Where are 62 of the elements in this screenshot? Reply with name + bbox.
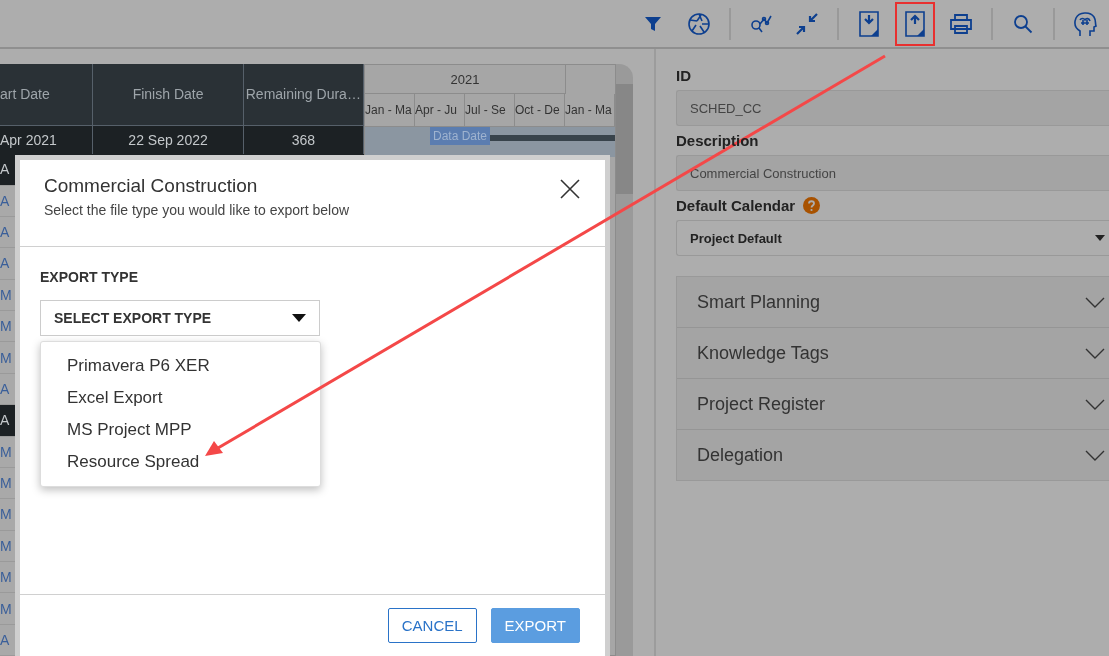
table-cell: A [0,255,10,272]
filter-icon [644,14,662,33]
period-header: Oct - De [515,94,565,126]
field-label: EXPORT TYPE [40,269,140,285]
period-header: Apr - Ju [415,94,465,126]
table-cell: M [0,318,12,335]
column-header[interactable]: art Date [0,64,94,125]
table-cell: M [0,349,12,366]
close-icon[interactable] [560,179,580,199]
menu-item[interactable]: Excel Export [41,382,320,414]
table-cell: A [0,192,10,209]
accordion-header[interactable]: Delegation [677,430,1109,480]
caret-icon [1095,235,1105,241]
menu-item[interactable]: Primavera P6 XER [41,350,320,382]
accordion-header[interactable]: Project Register [677,379,1109,430]
text-field[interactable]: Commercial Construction [676,155,1109,191]
table-cell: A [0,412,10,429]
accordion-header[interactable]: Knowledge Tags [677,328,1109,379]
table-cell: M [0,569,12,586]
column-header[interactable]: Finish Date [93,64,244,125]
chevron-icon [1085,296,1105,308]
help-icon[interactable] [803,197,821,214]
chevron-icon [1085,398,1105,410]
table-cell: M [0,475,12,492]
scrollbar[interactable] [616,64,633,656]
export-button[interactable]: EXPORT [490,608,580,643]
caret-icon [292,314,306,322]
table-cell: A [0,631,10,648]
calendar-select[interactable]: Project Default [676,220,1109,256]
file-download-icon [859,10,879,37]
field-label: Default Calendar [676,197,796,214]
search-icon [1013,13,1033,34]
export-type-select[interactable]: SELECT EXPORT TYPE [40,300,320,336]
period-header: Jul - Se [465,94,515,126]
head-brain-icon [1072,10,1098,37]
chevron-icon [1085,347,1105,359]
field-label: ID [676,67,691,84]
printer-icon [950,13,972,34]
table-cell: M [0,286,12,303]
table-cell: A [0,380,10,397]
aperture-icon [687,11,711,36]
dialog-subtitle: Select the file type you would like to export below [44,202,350,218]
table-cell: M [0,537,12,554]
menu-item[interactable]: Resource Spread [41,446,320,478]
text-field[interactable]: SCHED_CC [676,90,1109,126]
table-cell: M [0,443,12,460]
table-cell: M [0,600,12,617]
accordion-header[interactable]: Smart Planning [677,277,1109,328]
period-header: Jan - Ma [365,94,415,126]
year-header: 2021 [365,65,566,94]
data-date-label: Data Date [430,127,491,145]
cancel-button[interactable]: CANCEL [387,608,477,643]
chevron-icon [1085,449,1105,461]
menu-item[interactable]: MS Project MPP [41,414,320,446]
toolbar-button[interactable] [895,1,935,46]
file-upload-icon [905,10,925,37]
table-cell: A [0,161,10,178]
period-header: Jan - Ma [565,94,615,126]
table-cell: A [0,224,10,241]
collapse-arrows-icon [796,12,818,35]
table-cell: M [0,506,12,523]
dialog-title: Commercial Construction [44,175,259,197]
